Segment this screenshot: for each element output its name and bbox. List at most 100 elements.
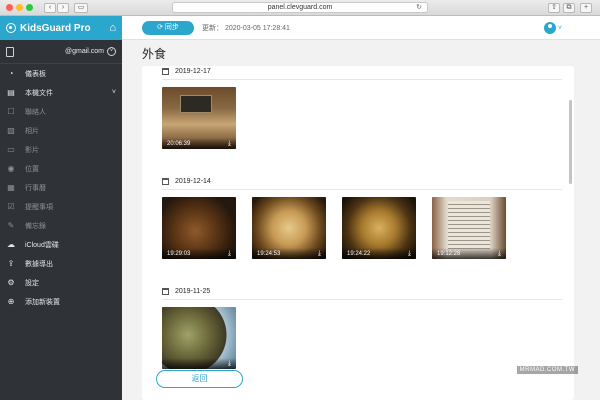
photo-caption: 19:12:28 ⤓ <box>432 248 506 259</box>
sidebar-item[interactable]: ✎ 備忘錄 <box>0 216 122 235</box>
brand-header: KidsGuard Pro ⌂ <box>0 16 122 40</box>
sidebar-item[interactable]: ☐ 聯絡人 <box>0 102 122 121</box>
sidebar-item-label: 數據導出 <box>25 260 53 268</box>
sidebar-item[interactable]: ⊕ 添加新裝置 <box>0 292 122 311</box>
close-window-button[interactable] <box>6 4 13 11</box>
photo-thumbnail[interactable]: 19:12:28 ⤓ <box>432 197 506 259</box>
user-menu[interactable]: ˅ <box>543 22 562 34</box>
calendar-icon <box>162 288 169 295</box>
sidebar-item-label: 備忘錄 <box>25 222 46 230</box>
divider <box>162 189 562 190</box>
export-icon: ⇪ <box>7 259 15 268</box>
photo-caption: 20:06:39 ⤓ <box>162 138 236 149</box>
sidebar: KidsGuard Pro ⌂ @gmail.com ˅ ◔ 儀表板 ▤ 本機文件 ˅ ☐… <box>0 16 122 400</box>
cloud-icon: ☁ <box>7 240 15 249</box>
notes-icon: ✎ <box>7 221 15 230</box>
sync-label: 同步 <box>164 24 179 31</box>
photo-caption: 19:24:53 ⤓ <box>252 248 326 259</box>
calendar-icon <box>162 68 169 75</box>
photo-thumbnail[interactable]: 19:24:53 ⤓ <box>252 197 326 259</box>
sidebar-nav: ◔ 儀表板 ▤ 本機文件 ˅ ☐ 聯絡人 ▨ 相片 ▭ 影片 ◉ 位置 ▦ 行事曆 ☑ 提醒事項 ✎ 備忘錄 ☁ iCl… <box>0 64 122 311</box>
top-bar: ⟳ 同步 更新： 2020-03-05 17:28:41 ˅ <box>122 16 600 40</box>
last-updated: 更新： 2020-03-05 17:28:41 <box>202 23 290 33</box>
sidebar-item-label: 行事曆 <box>25 184 46 192</box>
browser-toolbar: ‹ › ▭ panel.clevguard.com ↻ ⇧ ⧉ + <box>0 0 600 16</box>
date-label: 2019-12-17 <box>175 68 211 75</box>
share-icon[interactable]: ⇧ <box>548 3 560 13</box>
sidebar-item-label: 儀表板 <box>25 70 46 78</box>
sidebar-item[interactable]: ▭ 影片 <box>0 140 122 159</box>
sidebar-item[interactable]: ▦ 行事曆 <box>0 178 122 197</box>
download-icon[interactable]: ⤓ <box>318 250 321 259</box>
download-icon[interactable]: ⤓ <box>228 250 231 259</box>
new-tab-icon[interactable]: + <box>580 3 592 13</box>
date-header: 2019-11-25 <box>162 288 210 295</box>
sidebar-item-label: 設定 <box>25 279 39 287</box>
sidebar-item[interactable]: ◉ 位置 <box>0 159 122 178</box>
device-icon <box>6 46 14 57</box>
gear-icon: ⚙ <box>7 278 15 287</box>
dashboard-icon: ◔ <box>8 69 14 78</box>
account-email: @gmail.com <box>64 48 104 55</box>
minimize-window-button[interactable] <box>16 4 23 11</box>
brand-name: KidsGuard Pro <box>20 22 91 34</box>
download-icon[interactable]: ⤓ <box>408 250 411 259</box>
maximize-window-button[interactable] <box>26 4 33 11</box>
sidebar-item-label: 聯絡人 <box>25 108 46 116</box>
calendar-icon <box>162 178 169 185</box>
updated-time: 2020-03-05 17:28:41 <box>224 25 290 32</box>
sidebar-item[interactable]: ▤ 本機文件 ˅ <box>0 83 122 102</box>
sidebar-item-label: 相片 <box>25 127 39 135</box>
photo-thumbnail[interactable]: 20:06:39 ⤓ <box>162 87 236 149</box>
calendar-icon: ▦ <box>7 183 15 192</box>
location-icon: ◉ <box>7 164 15 173</box>
sidebar-item-label: 添加新裝置 <box>25 298 60 306</box>
home-icon[interactable]: ⌂ <box>109 22 116 34</box>
address-bar[interactable]: panel.clevguard.com ↻ <box>172 2 428 13</box>
updated-label: 更新： <box>202 25 223 32</box>
download-icon[interactable]: ⤓ <box>228 140 231 149</box>
chevron-down-icon[interactable]: ˅ <box>107 47 116 56</box>
page-title: 外食 <box>142 47 167 61</box>
sync-button[interactable]: ⟳ 同步 <box>142 21 194 35</box>
download-icon[interactable]: ⤓ <box>228 360 231 369</box>
folder-icon: ▤ <box>7 88 15 97</box>
forward-nav-icon[interactable]: › <box>57 3 69 13</box>
date-header: 2019-12-17 <box>162 68 211 75</box>
photo-time: 19:29:03 <box>167 251 191 257</box>
sidebar-item-label: iCloud雲碟 <box>25 241 59 249</box>
date-label: 2019-11-25 <box>175 288 211 295</box>
date-header: 2019-12-14 <box>162 178 211 185</box>
reminder-icon: ☑ <box>7 202 15 211</box>
sidebar-item[interactable]: ◔ 儀表板 <box>0 64 122 83</box>
video-icon: ▭ <box>7 145 15 154</box>
back-nav-icon[interactable]: ‹ <box>44 3 56 13</box>
reload-icon[interactable]: ↻ <box>416 3 422 12</box>
sidebar-item[interactable]: ⇪ 數據導出 <box>0 254 122 273</box>
sidebar-item[interactable]: ☁ iCloud雲碟 <box>0 235 122 254</box>
photo-time: 19:12:28 <box>437 251 461 257</box>
photo-time: 19:24:53 <box>257 251 281 257</box>
sidebar-item-label: 影片 <box>25 146 39 154</box>
account-selector[interactable]: @gmail.com ˅ <box>0 40 122 64</box>
back-button[interactable]: 返回 <box>156 370 243 388</box>
sidebar-item[interactable]: ▨ 相片 <box>0 121 122 140</box>
photo-thumbnail[interactable]: 19:24:22 ⤓ <box>342 197 416 259</box>
sidebar-item[interactable]: ☑ 提醒事項 <box>0 197 122 216</box>
download-icon[interactable]: ⤓ <box>498 250 501 259</box>
sidebar-toggle-icon[interactable]: ▭ <box>74 3 88 13</box>
photo-caption: 19:29:03 ⤓ <box>162 248 236 259</box>
watermark: MRMAD.COM.TW <box>516 366 578 374</box>
divider <box>162 299 562 300</box>
scrollbar[interactable] <box>569 100 572 184</box>
sidebar-item[interactable]: ⚙ 設定 <box>0 273 122 292</box>
photo-thumbnail[interactable]: 19:29:03 ⤓ <box>162 197 236 259</box>
sync-icon: ⟳ <box>157 24 163 31</box>
chevron-down-icon[interactable]: ˅ <box>112 89 116 96</box>
sidebar-item-label: 本機文件 <box>25 89 53 97</box>
main-content: 外食 2019-12-17 20:06:39 ⤓ 2019-12-14 19:29:03… <box>122 40 600 400</box>
photo-thumbnail[interactable]: ⤓ <box>162 307 236 369</box>
avatar-icon <box>543 22 556 34</box>
tabs-icon[interactable]: ⧉ <box>563 3 575 13</box>
sidebar-item-label: 位置 <box>25 165 39 173</box>
